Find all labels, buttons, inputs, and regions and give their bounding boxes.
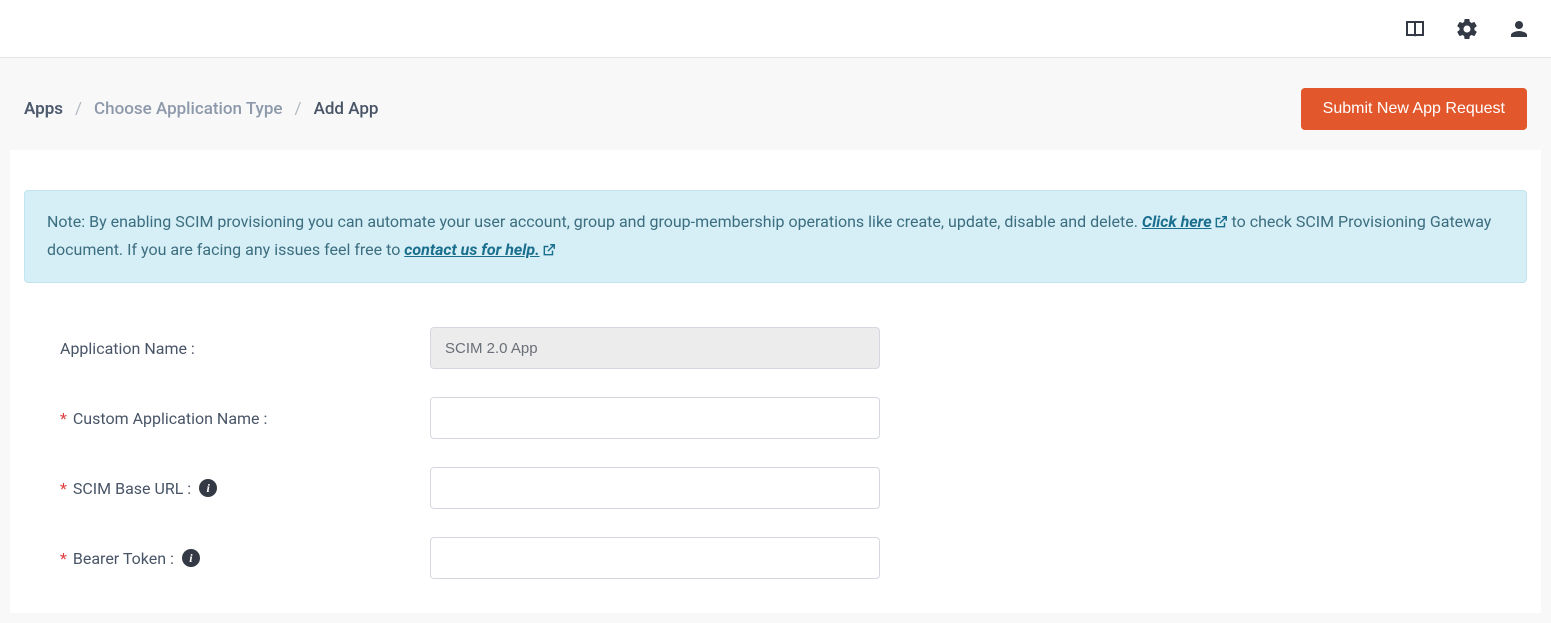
row-scim-base-url: * SCIM Base URL : i — [24, 453, 1527, 523]
external-link-icon — [542, 239, 556, 265]
label-bearer-token: * Bearer Token : i — [60, 549, 430, 568]
breadcrumb-apps[interactable]: Apps — [24, 99, 63, 119]
info-note: Note: By enabling SCIM provisioning you … — [24, 190, 1527, 283]
gear-icon[interactable] — [1455, 17, 1479, 41]
click-here-link[interactable]: Click here — [1142, 212, 1228, 231]
external-link-icon — [1214, 211, 1228, 237]
book-icon[interactable] — [1403, 17, 1427, 41]
breadcrumb-choose-type[interactable]: Choose Application Type — [94, 99, 283, 119]
form-panel: Note: By enabling SCIM provisioning you … — [10, 150, 1541, 613]
label-application-name: Application Name : — [60, 339, 430, 358]
breadcrumb-sep: / — [75, 99, 82, 119]
breadcrumb: Apps / Choose Application Type / Add App — [24, 99, 378, 119]
info-icon[interactable]: i — [199, 479, 217, 497]
label-scim-base-url: * SCIM Base URL : i — [60, 479, 430, 498]
input-bearer-token[interactable] — [430, 537, 880, 579]
breadcrumb-sep: / — [295, 99, 302, 119]
input-custom-app-name[interactable] — [430, 397, 880, 439]
submit-new-app-button[interactable]: Submit New App Request — [1301, 88, 1527, 130]
info-icon[interactable]: i — [182, 549, 200, 567]
page-body: Apps / Choose Application Type / Add App… — [0, 58, 1551, 623]
user-icon[interactable] — [1507, 17, 1531, 41]
label-custom-app-name: *Custom Application Name : — [60, 409, 430, 428]
note-text-prefix: Note: By enabling SCIM provisioning you … — [47, 212, 1142, 231]
input-application-name — [430, 327, 880, 369]
breadcrumb-current: Add App — [314, 99, 379, 119]
required-marker: * — [60, 479, 67, 498]
row-custom-app-name: *Custom Application Name : — [24, 383, 1527, 453]
breadcrumb-bar: Apps / Choose Application Type / Add App… — [10, 68, 1541, 150]
row-application-name: Application Name : — [24, 313, 1527, 383]
input-scim-base-url[interactable] — [430, 467, 880, 509]
contact-us-link[interactable]: contact us for help. — [404, 240, 555, 259]
topbar — [0, 0, 1551, 58]
required-marker: * — [60, 549, 67, 568]
row-bearer-token: * Bearer Token : i — [24, 523, 1527, 593]
required-marker: * — [60, 409, 67, 428]
